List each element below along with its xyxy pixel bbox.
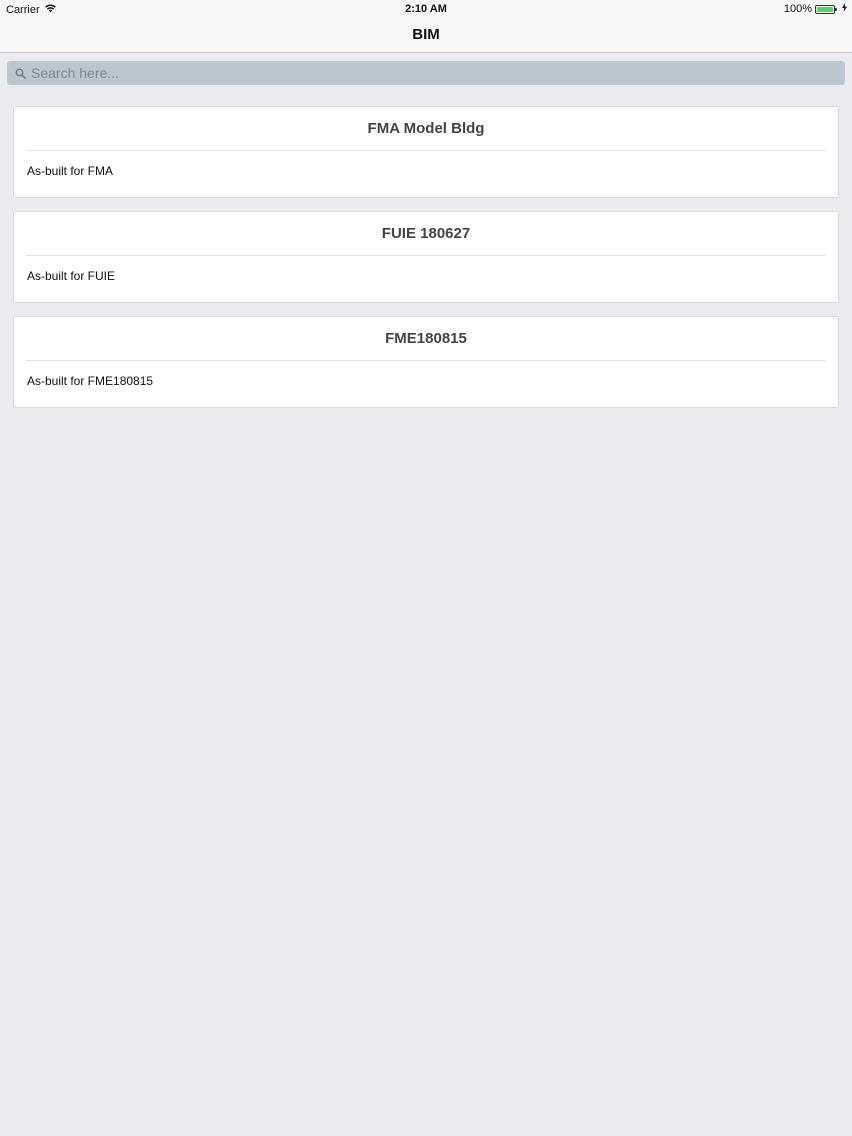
battery-group: 100% [784, 3, 847, 15]
list-item[interactable]: FME180815 As-built for FME180815 [13, 316, 839, 408]
list-item[interactable]: FUIE 180627 As-built for FUIE [13, 211, 839, 303]
search-bar [0, 53, 852, 93]
status-time: 2:10 AM [405, 3, 447, 15]
item-title: FUIE 180627 [381, 225, 471, 242]
item-divider [26, 360, 826, 361]
item-divider [26, 150, 826, 151]
page-title: BIM [412, 26, 440, 43]
navigation-bar: BIM [0, 18, 852, 53]
battery-percent: 100% [783, 3, 812, 15]
item-description: As-built for FUIE [27, 269, 116, 283]
item-description: As-built for FMA [27, 164, 114, 178]
item-description: As-built for FME180815 [27, 374, 154, 388]
search-icon [15, 67, 27, 79]
model-list: FMA Model Bldg As-built for FMA FUIE 180… [13, 106, 839, 421]
item-title: FME180815 [385, 330, 467, 347]
item-title: FMA Model Bldg [367, 120, 485, 137]
item-divider [26, 255, 826, 256]
charging-bolt-icon [842, 3, 847, 15]
list-item[interactable]: FMA Model Bldg As-built for FMA [13, 106, 839, 198]
search-input[interactable] [31, 65, 811, 81]
search-field[interactable] [7, 61, 845, 85]
battery-fill [817, 6, 833, 12]
battery-icon [815, 4, 837, 14]
status-bar: Carrier 2:10 AM 100% [0, 0, 852, 18]
